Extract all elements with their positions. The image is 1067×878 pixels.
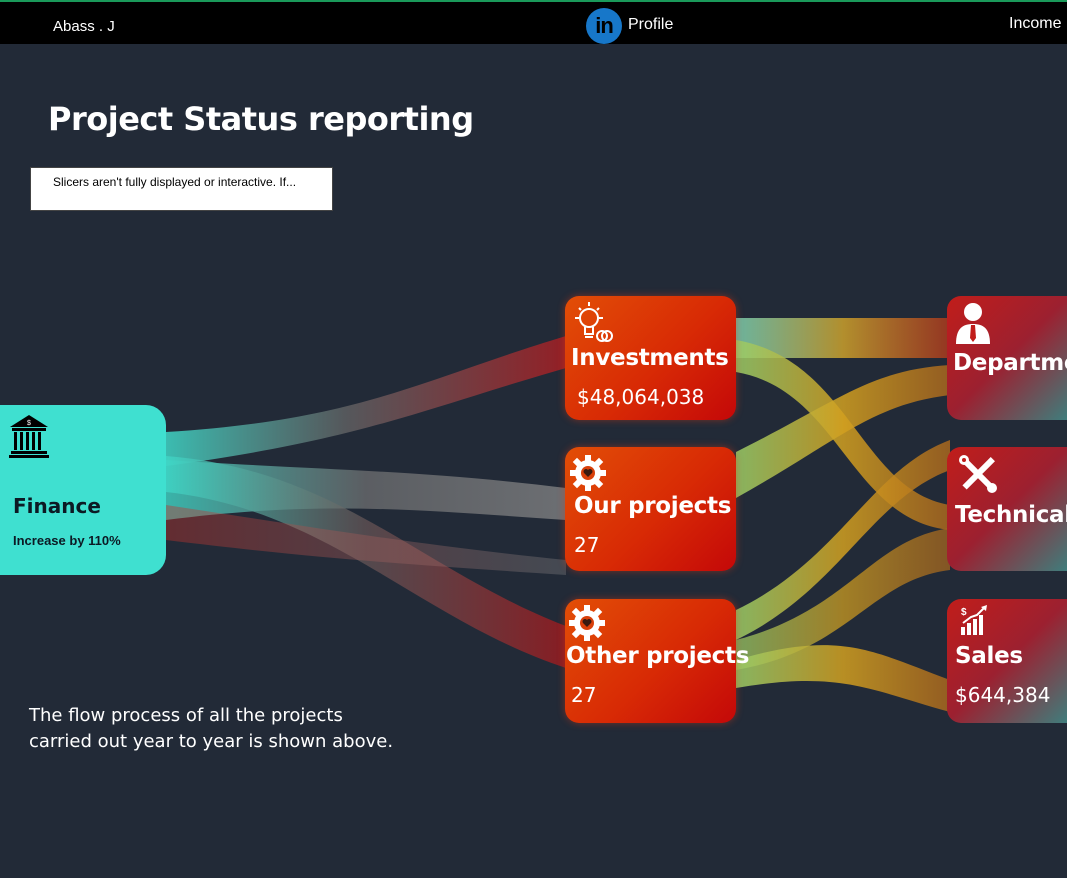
node-technical[interactable]: Technical (947, 447, 1067, 571)
sales-value: $644,384 (955, 683, 1051, 707)
other-projects-label: Other projects (566, 643, 750, 669)
caption-line-1: The flow process of all the projects (29, 705, 343, 726)
investments-label: Investments (571, 345, 729, 371)
gear-heart-icon (569, 605, 605, 641)
node-investments[interactable]: Investments $48,064,038 (565, 296, 736, 420)
node-sales[interactable]: $ Sales $644,384 (947, 599, 1067, 723)
technical-label: Technical (955, 502, 1067, 528)
finance-label: Finance (13, 494, 101, 518)
our-projects-label: Our projects (574, 493, 732, 519)
node-finance[interactable]: $ Finance Increase by 110% (0, 405, 166, 575)
gear-heart-icon (570, 455, 606, 491)
node-department[interactable]: Departme (947, 296, 1067, 420)
svg-text:$: $ (27, 420, 31, 427)
flow-caption: The flow process of all the projects car… (29, 703, 449, 755)
other-projects-value: 27 (571, 683, 597, 707)
caption-line-2: carried out year to year is shown above. (29, 731, 394, 752)
svg-text:$: $ (961, 607, 967, 618)
lightbulb-coins-icon (575, 302, 613, 342)
our-projects-value: 27 (574, 533, 600, 557)
person-tie-icon (956, 303, 990, 344)
wrench-screwdriver-icon (959, 455, 997, 493)
bank-icon: $ (9, 415, 49, 458)
finance-subtitle: Increase by 110% (13, 533, 121, 548)
investments-value: $48,064,038 (577, 385, 705, 409)
sales-chart-icon: $ (961, 605, 987, 635)
node-other-projects[interactable]: Other projects 27 (565, 599, 749, 723)
sales-label: Sales (955, 643, 1023, 669)
node-our-projects[interactable]: Our projects 27 (565, 447, 736, 571)
department-label: Departme (953, 350, 1067, 376)
